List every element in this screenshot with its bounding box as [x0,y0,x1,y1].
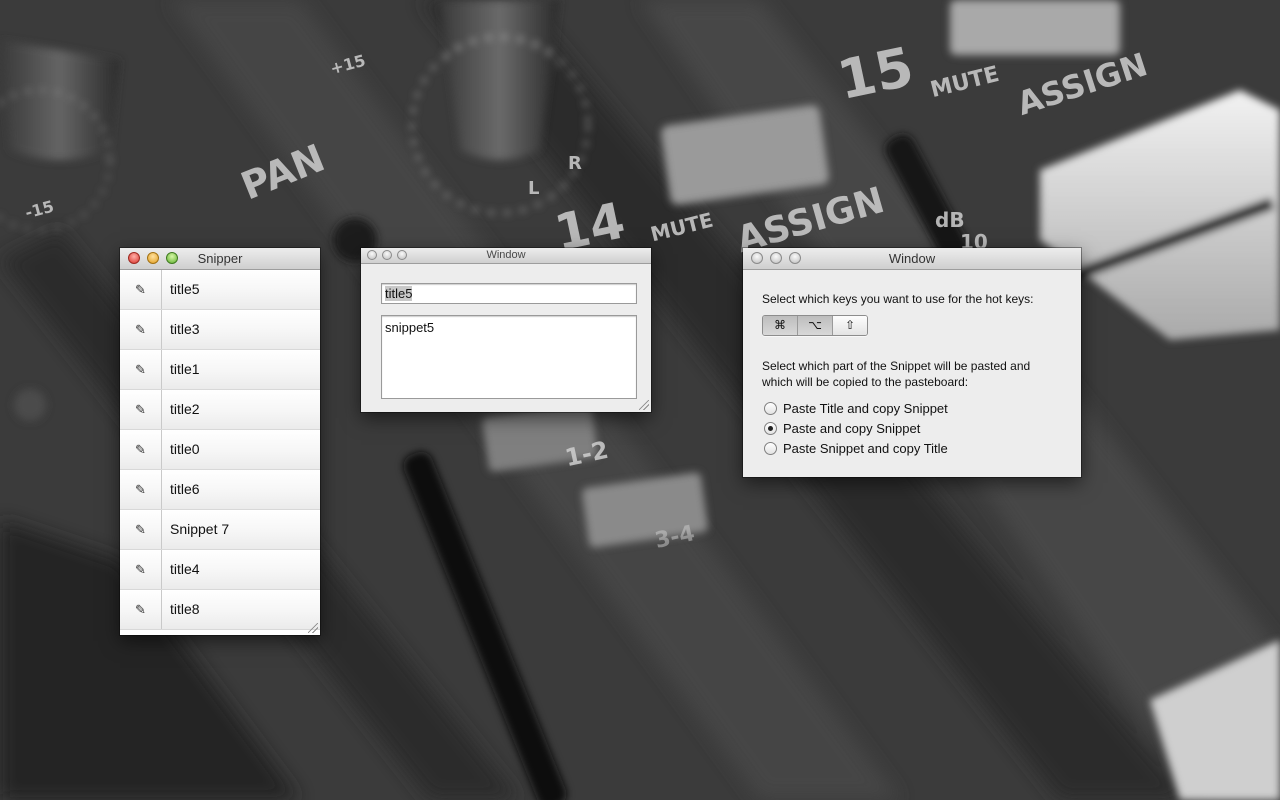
list-item[interactable]: ✎ title8 [120,590,320,630]
list-item[interactable]: ✎ title6 [120,470,320,510]
snippet-title-field[interactable]: title5 [381,283,637,304]
pencil-icon[interactable]: ✎ [120,510,162,549]
list-item[interactable]: ✎ Snippet 7 [120,510,320,550]
selected-text: title5 [385,286,413,301]
list-item[interactable]: ✎ title4 [120,550,320,590]
paste-label-line2: which will be copied to the pasteboard: [762,375,969,389]
snippet-title[interactable]: title8 [162,590,200,629]
snippet-title[interactable]: title5 [162,270,200,309]
window-title: Window [888,251,936,266]
radio-paste-snippet-copy-title[interactable]: Paste Snippet and copy Title [764,441,948,456]
editor-titlebar[interactable]: Window [361,248,651,264]
snippet-title[interactable]: title6 [162,470,200,509]
radio-paste-title-copy-snippet[interactable]: Paste Title and copy Snippet [764,401,948,416]
preferences-window: Window Select which keys you want to use… [743,248,1081,477]
pencil-icon[interactable]: ✎ [120,470,162,509]
wallpaper-label: L [528,178,540,199]
snippet-title[interactable]: title3 [162,310,200,349]
radio-button[interactable] [764,422,777,435]
paste-label-line1: Select which part of the Snippet will be… [762,359,1031,373]
wallpaper-label: dB [935,208,965,232]
radio-paste-and-copy-snippet[interactable]: Paste and copy Snippet [764,421,920,436]
radio-label: Paste Title and copy Snippet [783,401,948,416]
snipper-window: Snipper ✎ title5 ✎ title3 ✎ title1 ✎ tit… [120,248,320,635]
list-item[interactable]: ✎ title2 [120,390,320,430]
pencil-icon[interactable]: ✎ [120,590,162,629]
snipper-titlebar[interactable]: Snipper [120,248,320,270]
window-title: Window [486,249,526,261]
window-title: Snipper [197,251,243,266]
shift-key-segment[interactable]: ⇧ [832,316,867,335]
radio-button[interactable] [764,442,777,455]
pencil-icon[interactable]: ✎ [120,390,162,429]
pencil-icon[interactable]: ✎ [120,550,162,589]
option-key-segment[interactable]: ⌥ [797,316,832,335]
command-key-segment[interactable]: ⌘ [763,316,797,335]
wallpaper-label: R [568,153,582,174]
resize-grip-icon[interactable] [308,623,318,633]
snippet-title[interactable]: title2 [162,390,200,429]
radio-button[interactable] [764,402,777,415]
list-item[interactable]: ✎ title1 [120,350,320,390]
list-item[interactable]: ✎ title0 [120,430,320,470]
hotkey-segmented-control[interactable]: ⌘ ⌥ ⇧ [762,315,868,336]
snippet-title[interactable]: title1 [162,350,200,389]
radio-label: Paste Snippet and copy Title [783,441,948,456]
hotkey-label: Select which keys you want to use for th… [762,292,1034,306]
list-item[interactable]: ✎ title5 [120,270,320,310]
pencil-icon[interactable]: ✎ [120,310,162,349]
list-item[interactable]: ✎ title3 [120,310,320,350]
snippet-title[interactable]: title4 [162,550,200,589]
snippet-title[interactable]: title0 [162,430,200,469]
snippet-title[interactable]: Snippet 7 [162,510,229,549]
pencil-icon[interactable]: ✎ [120,350,162,389]
snippet-body-textarea[interactable]: snippet5 [381,315,637,399]
pencil-icon[interactable]: ✎ [120,270,162,309]
snippet-editor-window: Window title5 snippet5 [361,248,651,412]
snippet-list[interactable]: ✎ title5 ✎ title3 ✎ title1 ✎ title2 ✎ ti… [120,270,320,630]
prefs-titlebar[interactable]: Window [743,248,1081,270]
pencil-icon[interactable]: ✎ [120,430,162,469]
radio-label: Paste and copy Snippet [783,421,921,436]
resize-grip-icon[interactable] [639,400,649,410]
